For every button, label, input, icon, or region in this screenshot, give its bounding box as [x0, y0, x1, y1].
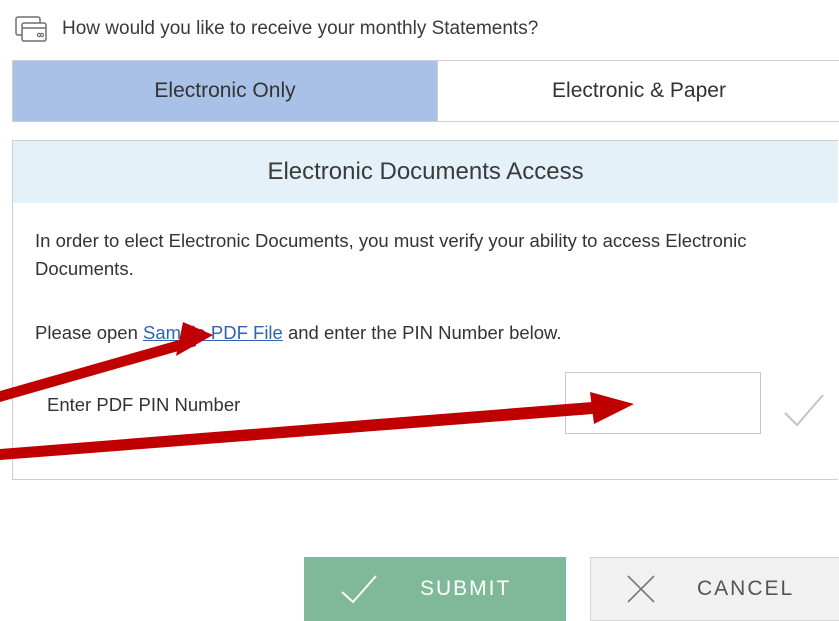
- question-text: How would you like to receive your month…: [62, 18, 539, 39]
- pdf-instruction-prefix: Please open: [35, 322, 144, 343]
- checkmark-icon: [324, 574, 394, 604]
- panel-body: In order to elect Electronic Documents, …: [13, 203, 838, 347]
- statement-question: How would you like to receive your month…: [14, 14, 538, 44]
- close-x-icon: [611, 572, 671, 606]
- pin-label: Enter PDF PIN Number: [47, 394, 241, 415]
- panel-title: Electronic Documents Access: [13, 141, 838, 203]
- sample-pdf-link[interactable]: Sample PDF File: [143, 322, 283, 343]
- tab-electronic-only[interactable]: Electronic Only: [12, 61, 437, 121]
- pin-input[interactable]: [565, 372, 761, 434]
- submit-label: SUBMIT: [420, 577, 512, 600]
- submit-button[interactable]: SUBMIT: [304, 557, 566, 621]
- pdf-instruction-suffix: and enter the PIN Number below.: [282, 322, 562, 343]
- tab-electronic-and-paper[interactable]: Electronic & Paper: [437, 61, 839, 121]
- pdf-instruction: Please open Sample PDF File and enter th…: [35, 319, 838, 347]
- electronic-documents-panel: Electronic Documents Access In order to …: [12, 140, 838, 480]
- delivery-method-tabs: Electronic Only Electronic & Paper: [12, 60, 839, 122]
- card-statement-icon: [14, 14, 50, 44]
- cancel-label: CANCEL: [697, 577, 795, 600]
- cancel-button[interactable]: CANCEL: [590, 557, 839, 621]
- checkmark-icon: [779, 391, 829, 431]
- verification-instruction: In order to elect Electronic Documents, …: [35, 230, 747, 279]
